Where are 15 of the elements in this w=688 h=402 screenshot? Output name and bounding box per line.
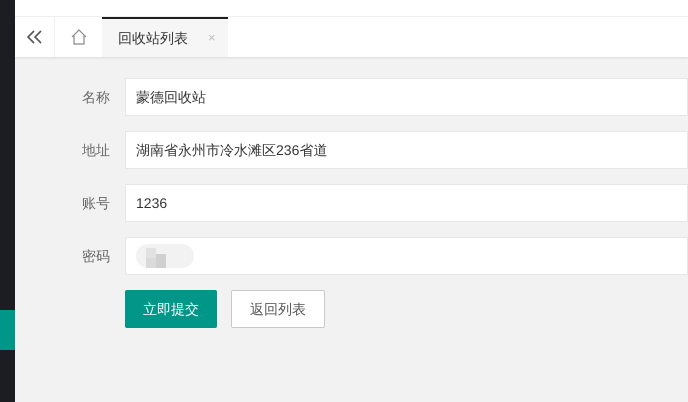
back-button[interactable]: 返回列表	[231, 290, 325, 328]
field-label: 地址	[81, 140, 110, 160]
submit-button[interactable]: 立即提交	[125, 290, 217, 328]
text-field[interactable]: 湖南省永州市冷水滩区236省道	[125, 131, 688, 169]
text-field[interactable]: 蒙德回收站	[125, 78, 688, 116]
blurred-mask-icon	[136, 242, 194, 270]
text-field[interactable]	[125, 237, 688, 275]
tab[interactable]: 回收站列表 ×	[102, 17, 228, 57]
field-label: 账号	[81, 194, 110, 212]
field-label: 名称	[81, 88, 110, 106]
double-chevron-left-icon	[26, 30, 42, 44]
home-icon	[70, 29, 86, 45]
tab-label: 回收站列表	[118, 28, 188, 48]
field-label: 密码	[81, 246, 110, 266]
text-field[interactable]: 1236	[125, 184, 688, 222]
